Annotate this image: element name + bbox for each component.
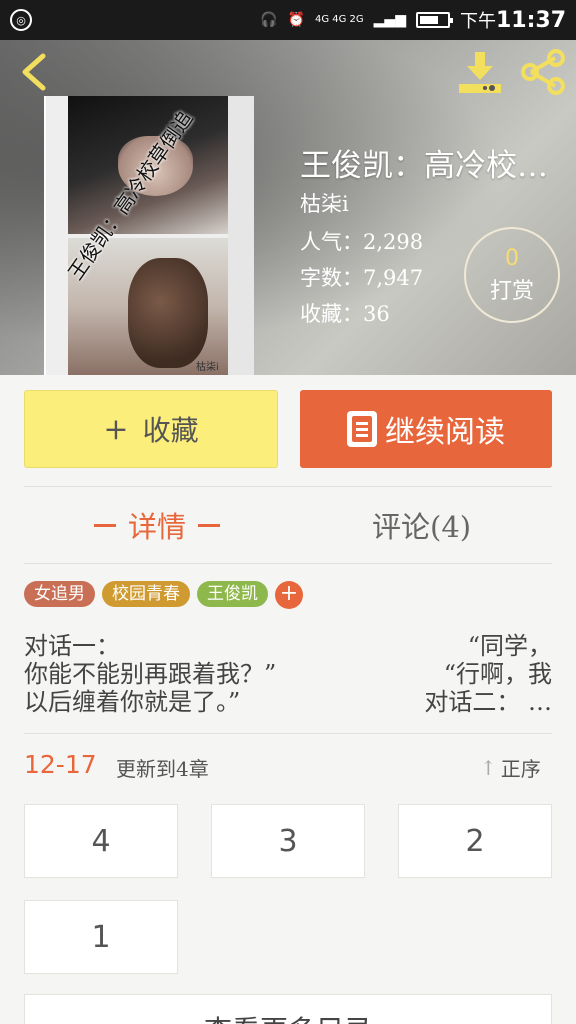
stat-popularity: 人气：2,298	[300, 230, 424, 254]
battery-icon	[415, 12, 453, 28]
headphones-icon: 🎧	[260, 12, 278, 28]
sort-order-label: 正序	[500, 757, 541, 781]
synopsis-line: “同学，	[467, 632, 552, 660]
download-icon	[459, 52, 501, 93]
tag-item[interactable]: 女追男	[24, 581, 95, 607]
tag-item[interactable]: 校园青春	[102, 581, 190, 607]
synopsis-line: 以后缠着你就是了。”	[24, 688, 241, 716]
share-button[interactable]	[518, 48, 568, 96]
synopsis-line: 对话一：	[24, 632, 120, 660]
continue-reading-label: 继续阅读	[385, 415, 505, 450]
cover-spine	[228, 96, 254, 375]
tip-button[interactable]: 0 打赏	[464, 227, 560, 323]
more-chapters-label: 查看更多目录	[204, 1009, 372, 1024]
stat-favorites: 收藏：36	[300, 302, 390, 326]
synopsis-line: 对话二： …	[424, 688, 552, 716]
more-chapters-button[interactable]: 查看更多目录	[24, 994, 552, 1024]
tag-list: 女追男 校园青春 王俊凯 +	[24, 581, 303, 609]
synopsis-line: 你能不能别再跟着我？”	[24, 660, 277, 688]
alarm-icon: ⏰	[287, 12, 305, 28]
stat-word-count: 字数：7,947	[300, 266, 424, 290]
continue-reading-button[interactable]: 继续阅读	[300, 390, 552, 468]
status-bar: ◎ 🎧 ⏰ 4G 4G 2G ▂▄▆ 下午11:37	[0, 0, 576, 40]
download-button[interactable]	[456, 48, 504, 96]
book-icon	[347, 411, 377, 447]
book-cover[interactable]: 王俊凯：高冷校草倒追 枯柒i	[44, 96, 254, 375]
divider	[24, 733, 552, 734]
collect-button[interactable]: + 收藏	[24, 390, 278, 468]
divider	[24, 486, 552, 487]
arrow-up-icon: ↑	[480, 755, 497, 780]
tag-item[interactable]: 王俊凯	[197, 581, 268, 607]
cover-author-text: 枯柒i	[196, 362, 219, 373]
book-author[interactable]: 枯柒i	[300, 188, 349, 218]
plus-icon: +	[103, 411, 129, 447]
signal-icon: ▂▄▆	[373, 12, 406, 28]
collect-label: 收藏	[142, 414, 199, 447]
app-notification-icon: ◎	[10, 9, 32, 31]
share-icon	[521, 49, 565, 95]
synopsis-line: “行啊，我	[443, 660, 552, 688]
update-status: 更新到4章	[116, 757, 209, 781]
tip-count: 0	[505, 245, 519, 271]
book-header: 王俊凯：高冷校草倒追 枯柒i 王俊凯：高冷校… 枯柒i 人气：2,298 字数：…	[0, 40, 576, 375]
chapter-item[interactable]: 3	[211, 804, 365, 878]
tip-label: 打赏	[489, 278, 534, 304]
synopsis[interactable]: 对话一： “同学， 你能不能别再跟着我？” “行啊，我 以后缠着你就是了。” 对…	[24, 632, 552, 716]
tab-comments[interactable]: 评论(4)	[372, 500, 471, 550]
chevron-left-icon	[22, 53, 46, 91]
tab-details-label: 详情	[128, 510, 187, 544]
status-icons: 🎧 ⏰ 4G 4G 2G ▂▄▆ 下午11:37	[260, 7, 566, 33]
update-date: 12-17	[24, 750, 97, 779]
clock-ampm: 下午	[459, 11, 496, 32]
divider	[24, 563, 552, 564]
network-indicator: 4G 4G 2G	[314, 14, 364, 25]
tab-details[interactable]: 详情	[82, 500, 232, 550]
clock-time: 11:37	[495, 8, 566, 33]
chapter-item[interactable]: 2	[398, 804, 552, 878]
tab-active-indicator-right	[198, 523, 221, 527]
book-title: 王俊凯：高冷校…	[300, 148, 548, 184]
sort-order-button[interactable]: ↑ 正序	[480, 753, 541, 782]
chapter-item[interactable]: 1	[24, 900, 178, 974]
add-tag-button[interactable]: +	[275, 581, 303, 609]
tab-comments-label: 评论(4)	[372, 510, 472, 544]
tab-active-indicator-left	[94, 523, 116, 527]
back-button[interactable]	[14, 52, 54, 92]
chapter-item[interactable]: 4	[24, 804, 178, 878]
